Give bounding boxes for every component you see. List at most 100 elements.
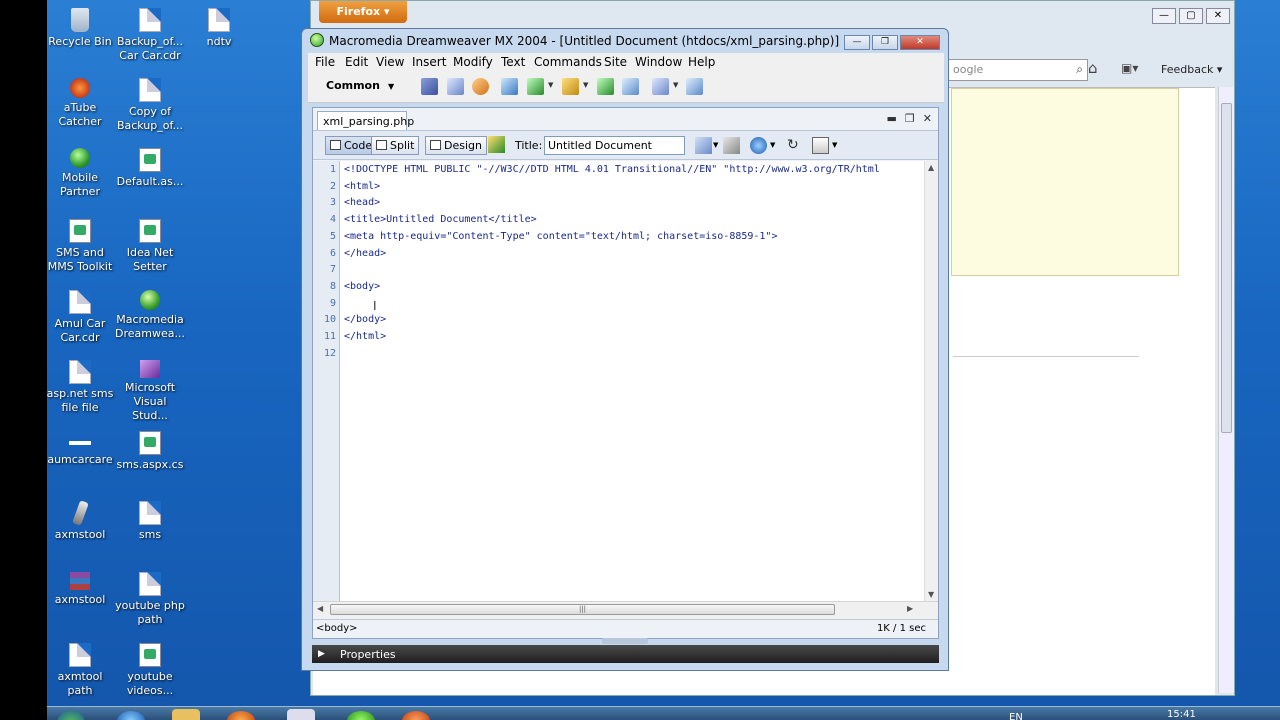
hyperlink-icon[interactable] xyxy=(421,78,438,95)
line-number: 6 xyxy=(329,247,336,259)
dreamweaver-taskbar-icon[interactable] xyxy=(347,711,375,720)
clock[interactable]: 15:41 xyxy=(1167,709,1196,720)
desktop-icon-asp-net-sms[interactable]: asp.net sms file file xyxy=(47,356,116,415)
comment-icon[interactable] xyxy=(622,78,639,95)
desktop-icon-idea-net-setter[interactable]: Idea Net Setter xyxy=(114,215,186,274)
code-view-button[interactable]: Code xyxy=(325,136,378,155)
start-button-icon[interactable] xyxy=(57,710,85,720)
scrollbar-thumb[interactable]: ||| xyxy=(330,604,835,615)
desktop-icon-atube-catcher[interactable]: aTube Catcher xyxy=(47,74,116,129)
close-icon[interactable]: ✕ xyxy=(923,112,932,125)
desktop-icon-ndtv[interactable]: ndtv xyxy=(183,4,255,49)
menu-commands[interactable]: Commands xyxy=(534,55,602,69)
date-icon[interactable] xyxy=(597,78,614,95)
desktop-icon-youtube-php-path[interactable]: youtube php path xyxy=(114,568,186,627)
app-taskbar-icon[interactable] xyxy=(402,711,430,720)
firefox-scrollbar[interactable] xyxy=(1218,87,1234,693)
split-view-button[interactable]: Split xyxy=(371,136,420,155)
desktop-icon-aumcarcare[interactable]: aumcarcare xyxy=(47,427,116,467)
sync-icon[interactable] xyxy=(723,137,740,154)
minimize-icon[interactable]: ▬ xyxy=(887,112,897,125)
close-icon[interactable]: ✕ xyxy=(900,35,940,50)
desktop-icon-youtube-videos[interactable]: youtube videos... xyxy=(114,639,186,698)
preview-in-browser-icon[interactable] xyxy=(750,137,767,154)
firefox-menu-button[interactable]: Firefox ▾ xyxy=(319,1,407,23)
desktop-icon-axmstool-1[interactable]: axmstool xyxy=(47,497,116,542)
chevron-down-icon[interactable]: ▼ xyxy=(832,141,837,149)
view-options-icon[interactable] xyxy=(812,137,829,154)
desktop-icon-sms[interactable]: sms xyxy=(114,497,186,542)
tag-selector[interactable]: <body> xyxy=(316,623,358,634)
image-icon[interactable] xyxy=(527,78,544,95)
desktop-icon-macromedia-dreamweaver[interactable]: Macromedia Dreamwea... xyxy=(114,286,186,341)
desktop-icon-axmstool-2[interactable]: axmstool xyxy=(47,568,116,607)
internet-explorer-icon[interactable] xyxy=(117,711,145,720)
firefox-icon[interactable] xyxy=(227,711,255,720)
chevron-down-icon[interactable]: ▼ xyxy=(548,81,553,89)
menu-file[interactable]: File xyxy=(315,55,335,69)
scroll-right-icon[interactable]: ▶ xyxy=(907,604,913,613)
desktop-icon-axmtool-path[interactable]: axmtool path xyxy=(47,639,116,698)
desktop-icon-sms-aspx-cs[interactable]: sms.aspx.cs xyxy=(114,427,186,472)
properties-panel-header[interactable]: ▶ Properties xyxy=(312,638,939,663)
table-icon[interactable] xyxy=(501,78,518,95)
home-icon[interactable]: ⌂ xyxy=(1088,59,1098,77)
bookmarks-icon[interactable]: ▣▾ xyxy=(1121,61,1138,75)
firefox-search-input[interactable]: oogle ⌕ xyxy=(948,59,1088,81)
design-view-button[interactable]: Design xyxy=(425,136,487,155)
expand-arrow-icon[interactable]: ▶ xyxy=(318,649,325,659)
restore-icon[interactable]: ❐ xyxy=(905,112,915,125)
desktop-icon-sms-mms-toolkit[interactable]: SMS and MMS Toolkit xyxy=(47,215,116,274)
search-icon[interactable]: ⌕ xyxy=(1076,62,1083,77)
menu-site[interactable]: Site xyxy=(604,55,627,69)
document-tab[interactable]: xml_parsing.php xyxy=(317,111,414,130)
desktop-icon-mobile-partner[interactable]: Mobile Partner xyxy=(47,144,116,199)
scrollbar-thumb[interactable] xyxy=(1221,103,1232,433)
restore-icon[interactable]: ❐ xyxy=(872,35,898,50)
feedback-button[interactable]: Feedback ▾ xyxy=(1161,63,1222,76)
horizontal-scrollbar[interactable]: ◀ ||| ▶ xyxy=(313,601,938,617)
file-management-icon[interactable] xyxy=(695,137,712,154)
minimize-icon[interactable]: — xyxy=(1152,8,1176,24)
close-icon[interactable]: ✕ xyxy=(1206,8,1230,24)
desktop-icon-copy-of-backup[interactable]: Copy of Backup_of... xyxy=(114,74,186,133)
email-link-icon[interactable] xyxy=(447,78,464,95)
title-bar[interactable]: Macromedia Dreamweaver MX 2004 - [Untitl… xyxy=(302,29,948,53)
tag-chooser-icon[interactable] xyxy=(686,78,703,95)
desktop-icon-default-aspx[interactable]: Default.as... xyxy=(114,144,186,189)
minimize-icon[interactable]: — xyxy=(844,35,870,50)
document-app-icon[interactable] xyxy=(287,709,315,720)
chevron-down-icon[interactable]: ▼ xyxy=(583,81,588,89)
menu-modify[interactable]: Modify xyxy=(453,55,493,69)
chevron-down-icon[interactable]: ▼ xyxy=(713,141,718,149)
menu-help[interactable]: Help xyxy=(688,55,715,69)
menu-text[interactable]: Text xyxy=(501,55,525,69)
desktop-icon-visual-studio[interactable]: Microsoft Visual Stud... xyxy=(114,356,186,423)
templates-icon[interactable] xyxy=(652,78,669,95)
named-anchor-icon[interactable] xyxy=(472,78,489,95)
live-data-icon[interactable] xyxy=(488,136,505,153)
vertical-scrollbar[interactable]: ▲ ▼ xyxy=(924,161,938,601)
menu-edit[interactable]: Edit xyxy=(345,55,368,69)
desktop-icon-recycle-bin[interactable]: Recycle Bin xyxy=(47,4,116,49)
document-title-input[interactable] xyxy=(544,136,685,155)
desktop-icon-amul-car[interactable]: Amul Car Car.cdr xyxy=(47,286,116,345)
menu-view[interactable]: View xyxy=(376,55,404,69)
scroll-up-icon[interactable]: ▲ xyxy=(928,163,934,172)
insert-category-dropdown[interactable]: Common ▼ xyxy=(326,79,394,92)
scroll-down-icon[interactable]: ▼ xyxy=(928,590,934,599)
menu-window[interactable]: Window xyxy=(635,55,682,69)
chevron-down-icon[interactable]: ▼ xyxy=(770,141,775,149)
language-indicator[interactable]: EN xyxy=(1009,712,1023,720)
code-editor[interactable]: 1 2 3 4 5 6 7 8 9 10 11 12 <!DOCTYPE HTML PUBLIC "-… xyxy=(313,161,938,601)
scroll-left-icon[interactable]: ◀ xyxy=(317,604,323,613)
desktop-icon-backup-car[interactable]: Backup_of... Car Car.cdr xyxy=(114,4,186,63)
refresh-icon[interactable]: ↻ xyxy=(787,137,804,154)
maximize-icon[interactable]: ▢ xyxy=(1179,8,1203,24)
menu-insert[interactable]: Insert xyxy=(412,55,446,69)
folder-icon[interactable] xyxy=(172,709,200,720)
chevron-down-icon[interactable]: ▼ xyxy=(673,81,678,89)
panel-resize-handle[interactable] xyxy=(602,638,648,644)
desktop-icon-label: Macromedia Dreamwea... xyxy=(115,313,185,340)
media-icon[interactable] xyxy=(562,78,579,95)
